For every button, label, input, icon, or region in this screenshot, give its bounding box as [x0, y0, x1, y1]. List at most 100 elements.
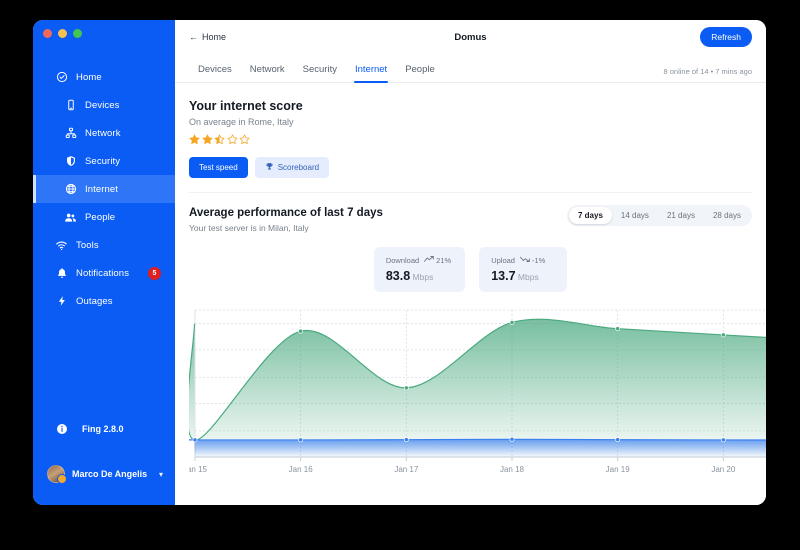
sidebar-nav: Home Devices Network Security Internet People…: [33, 63, 175, 315]
shield-icon: [64, 155, 77, 168]
sidebar-item-devices[interactable]: Devices: [33, 91, 175, 119]
stat-trend-value: 21%: [436, 256, 451, 265]
sidebar-item-label: People: [85, 212, 115, 223]
tab-network[interactable]: Network: [241, 64, 294, 82]
internet-score-section: Your internet score On average in Rome, …: [189, 83, 752, 193]
x-axis-tick-label: Jan 15: [189, 465, 208, 474]
star-filled-icon: [202, 134, 213, 145]
bolt-icon: [55, 295, 68, 308]
app-window: HomeDevicesNetworkSecurityInternetPeople…: [33, 20, 766, 505]
test-speed-button[interactable]: Test speed: [189, 157, 248, 178]
stat-trend: -1%: [520, 255, 545, 265]
sidebar-item-notifications[interactable]: Notifications 5: [33, 259, 175, 287]
x-axis-tick-label: Jan 20: [711, 465, 736, 474]
wifi-icon: [55, 239, 68, 252]
stat-card-upload: Upload -1% 13.7 Mbps: [479, 247, 567, 292]
window-traffic-lights: [33, 20, 175, 38]
score-title: Your internet score: [189, 99, 752, 113]
refresh-button[interactable]: Refresh: [700, 27, 752, 47]
chart-svg: 021436486107Jan 15Jan 16Jan 17Jan 18Jan …: [189, 302, 766, 482]
close-icon[interactable]: [43, 29, 52, 38]
sidebar-item-label: Notifications: [76, 268, 129, 279]
sidebar-item-label: Tools: [76, 240, 99, 251]
performance-header: Average performance of last 7 days Your …: [189, 193, 752, 233]
x-axis-tick-label: Jan 18: [500, 465, 525, 474]
user-name-label: Marco De Angelis: [72, 469, 159, 479]
range-option-14-days[interactable]: 14 days: [612, 207, 658, 224]
sidebar-item-label: Internet: [85, 184, 118, 195]
home-check-icon: [55, 71, 68, 84]
range-option-28-days[interactable]: 28 days: [704, 207, 750, 224]
device-status-label: 8 online of 14 • 7 mins ago: [663, 67, 752, 76]
tab-security[interactable]: Security: [294, 64, 346, 82]
sidebar-item-label: Security: [85, 156, 120, 167]
x-axis-tick-label: Jan 17: [394, 465, 419, 474]
x-axis-tick-label: Jan 16: [289, 465, 314, 474]
sidebar: Home Devices Network Security Internet People…: [33, 20, 175, 505]
info-icon: [55, 423, 68, 436]
tab-devices[interactable]: Devices: [189, 64, 241, 82]
sidebar-item-people[interactable]: People: [33, 203, 175, 231]
performance-chart: 021436486107Jan 15Jan 16Jan 17Jan 18Jan …: [189, 302, 752, 482]
minimize-icon[interactable]: [58, 29, 67, 38]
stat-trend-value: -1%: [532, 256, 545, 265]
stat-label: Download: [386, 256, 419, 265]
stat-value-number: 13.7: [491, 269, 515, 283]
sidebar-item-home[interactable]: Home: [33, 63, 175, 91]
star-filled-icon: [189, 134, 200, 145]
scoreboard-label: Scoreboard: [278, 163, 319, 172]
content-area: Your internet score On average in Rome, …: [175, 83, 766, 482]
notification-badge: 5: [148, 267, 161, 280]
range-option-7-days[interactable]: 7 days: [569, 207, 612, 224]
globe-icon: [64, 183, 77, 196]
sidebar-item-security[interactable]: Security: [33, 147, 175, 175]
sidebar-item-label: Network: [85, 128, 121, 139]
tab-internet[interactable]: Internet: [346, 64, 396, 82]
stat-value: 83.8 Mbps: [386, 269, 451, 283]
stat-value: 13.7 Mbps: [491, 269, 553, 283]
sidebar-footer: Fing 2.8.0 Marco De Angelis ▾: [33, 417, 175, 491]
stat-trend: 21%: [424, 255, 451, 265]
score-actions: Test speed Scoreboard: [189, 157, 752, 178]
sidebar-item-internet[interactable]: Internet: [33, 175, 175, 203]
people-icon: [64, 211, 77, 224]
top-bar: ← Home Domus Refresh: [175, 20, 766, 56]
stat-label: Upload: [491, 256, 515, 265]
trend-up-icon: [424, 255, 434, 265]
star-rating: [189, 134, 752, 145]
app-version-label: Fing 2.8.0: [82, 424, 124, 434]
range-selector: 7 days14 days21 days28 days: [567, 205, 752, 226]
trend-down-icon: [520, 255, 530, 265]
stat-card-header: Download 21%: [386, 255, 451, 265]
stat-value-unit: Mbps: [518, 272, 539, 282]
stat-value-number: 83.8: [386, 269, 410, 283]
sidebar-item-network[interactable]: Network: [33, 119, 175, 147]
stat-value-unit: Mbps: [413, 272, 434, 282]
sidebar-item-label: Home: [76, 72, 102, 83]
sidebar-item-label: Outages: [76, 296, 113, 307]
sidebar-item-outages[interactable]: Outages: [33, 287, 175, 315]
maximize-icon[interactable]: [73, 29, 82, 38]
devices-icon: [64, 99, 77, 112]
chevron-down-icon[interactable]: ▾: [159, 470, 163, 479]
tab-bar: DevicesNetworkSecurityInternetPeople 8 o…: [175, 56, 766, 83]
avatar: [47, 465, 65, 483]
trophy-icon: [265, 162, 274, 173]
star-empty-icon: [227, 134, 238, 145]
app-version: Fing 2.8.0: [33, 417, 175, 441]
network-icon: [64, 127, 77, 140]
sidebar-item-label: Devices: [85, 100, 120, 111]
x-axis-tick-label: Jan 19: [606, 465, 631, 474]
page-title: Domus: [175, 32, 766, 43]
stat-card-download: Download 21% 83.8 Mbps: [374, 247, 465, 292]
scoreboard-button[interactable]: Scoreboard: [255, 157, 329, 178]
tab-people[interactable]: People: [396, 64, 444, 82]
score-subtitle: On average in Rome, Italy: [189, 117, 752, 127]
sidebar-item-tools[interactable]: Tools: [33, 231, 175, 259]
star-half-icon: [214, 134, 225, 145]
user-profile[interactable]: Marco De Angelis ▾: [33, 457, 175, 491]
bell-icon: [55, 267, 68, 280]
stat-card-header: Upload -1%: [491, 255, 553, 265]
stat-cards: Download21%83.8 MbpsUpload-1%13.7 Mbps: [189, 247, 752, 292]
range-option-21-days[interactable]: 21 days: [658, 207, 704, 224]
